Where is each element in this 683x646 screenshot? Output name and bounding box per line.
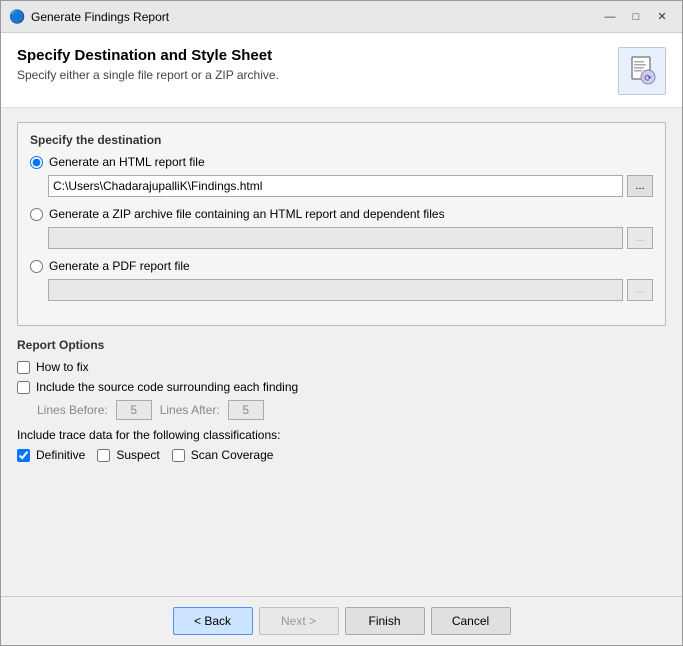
zip-browse-button[interactable]: ...	[627, 227, 653, 249]
back-button[interactable]: < Back	[173, 607, 253, 635]
footer: < Back Next > Finish Cancel	[1, 596, 682, 645]
page-title: Specify Destination and Style Sheet	[17, 47, 279, 64]
scan-coverage-label[interactable]: Scan Coverage	[191, 448, 274, 462]
html-radio-row: Generate an HTML report file	[30, 155, 653, 169]
lines-after-input[interactable]	[228, 400, 264, 420]
page-subtitle: Specify either a single file report or a…	[17, 68, 279, 82]
next-button[interactable]: Next >	[259, 607, 339, 635]
definitive-label[interactable]: Definitive	[36, 448, 85, 462]
lines-after-label: Lines After:	[160, 403, 220, 417]
maximize-button[interactable]: □	[624, 7, 648, 27]
pdf-radio-row: Generate a PDF report file	[30, 259, 653, 273]
how-to-fix-label[interactable]: How to fix	[36, 360, 89, 374]
zip-radio-label[interactable]: Generate a ZIP archive file containing a…	[49, 207, 445, 221]
scan-coverage-row: Scan Coverage	[172, 448, 274, 462]
pdf-path-row: ...	[48, 279, 653, 301]
html-path-row: ...	[48, 175, 653, 197]
finish-button[interactable]: Finish	[345, 607, 425, 635]
scan-coverage-checkbox[interactable]	[172, 449, 185, 462]
how-to-fix-checkbox[interactable]	[17, 361, 30, 374]
content-area: Specify the destination Generate an HTML…	[1, 108, 682, 596]
pdf-path-input[interactable]	[48, 279, 623, 301]
header-text: Specify Destination and Style Sheet Spec…	[17, 47, 279, 82]
lines-before-input[interactable]	[116, 400, 152, 420]
title-bar: 🔵 Generate Findings Report — □ ✕	[1, 1, 682, 33]
lines-row: Lines Before: Lines After:	[37, 400, 666, 420]
html-path-input[interactable]	[48, 175, 623, 197]
report-options-section: Report Options How to fix Include the so…	[17, 338, 666, 468]
suspect-label[interactable]: Suspect	[116, 448, 159, 462]
include-source-row: Include the source code surrounding each…	[17, 380, 666, 394]
destination-group: Specify the destination Generate an HTML…	[17, 122, 666, 326]
close-button[interactable]: ✕	[650, 7, 674, 27]
app-icon: 🔵	[9, 9, 25, 25]
header-section: Specify Destination and Style Sheet Spec…	[1, 33, 682, 108]
suspect-checkbox[interactable]	[97, 449, 110, 462]
zip-path-row: ...	[48, 227, 653, 249]
minimize-button[interactable]: —	[598, 7, 622, 27]
html-browse-button[interactable]: ...	[627, 175, 653, 197]
report-svg-icon: ⟳	[626, 55, 658, 87]
report-options-title: Report Options	[17, 338, 666, 352]
include-source-label[interactable]: Include the source code surrounding each…	[36, 380, 298, 394]
destination-group-label: Specify the destination	[30, 133, 653, 147]
title-bar-left: 🔵 Generate Findings Report	[9, 9, 169, 25]
pdf-radio-label[interactable]: Generate a PDF report file	[49, 259, 190, 273]
html-radio[interactable]	[30, 156, 43, 169]
main-window: 🔵 Generate Findings Report — □ ✕ Specify…	[0, 0, 683, 646]
title-bar-controls: — □ ✕	[598, 7, 674, 27]
zip-path-input[interactable]	[48, 227, 623, 249]
cancel-button[interactable]: Cancel	[431, 607, 511, 635]
pdf-radio[interactable]	[30, 260, 43, 273]
classifications-label: Include trace data for the following cla…	[17, 428, 666, 442]
window-title: Generate Findings Report	[31, 10, 169, 24]
report-icon: ⟳	[618, 47, 666, 95]
zip-radio[interactable]	[30, 208, 43, 221]
lines-before-label: Lines Before:	[37, 403, 108, 417]
definitive-checkbox[interactable]	[17, 449, 30, 462]
html-radio-label[interactable]: Generate an HTML report file	[49, 155, 205, 169]
zip-radio-row: Generate a ZIP archive file containing a…	[30, 207, 653, 221]
pdf-browse-button[interactable]: ...	[627, 279, 653, 301]
svg-text:⟳: ⟳	[644, 73, 652, 83]
definitive-row: Definitive	[17, 448, 85, 462]
suspect-row: Suspect	[97, 448, 159, 462]
how-to-fix-row: How to fix	[17, 360, 666, 374]
classifications-row: Definitive Suspect Scan Coverage	[17, 448, 666, 468]
include-source-checkbox[interactable]	[17, 381, 30, 394]
